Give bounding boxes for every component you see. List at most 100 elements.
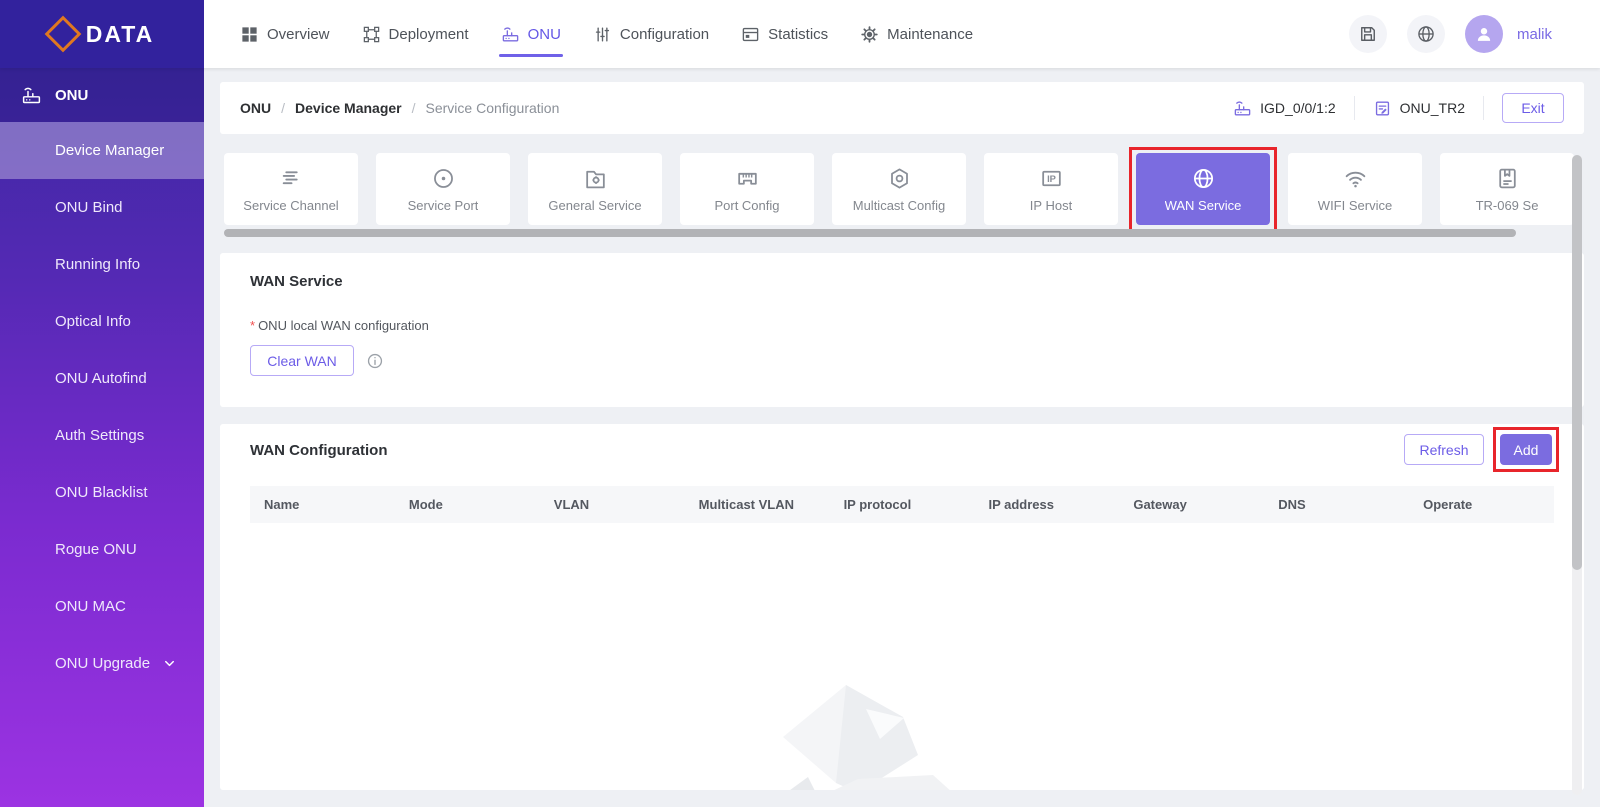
sidebar-item-label: Device Manager <box>55 142 164 159</box>
tab-wan-service[interactable]: WAN Service <box>1136 153 1270 225</box>
clear-wan-button[interactable]: Clear WAN <box>250 345 354 376</box>
tab-service-channel[interactable]: Service Channel <box>224 153 358 225</box>
column-header-vlan: VLAN <box>540 497 685 512</box>
service-tabs-row: Service Channel Service Port General Ser… <box>224 153 1574 225</box>
sidebar-item-onu-bind[interactable]: ONU Bind <box>0 179 204 236</box>
column-header-gateway: Gateway <box>1119 497 1264 512</box>
sidebar-item-label: ONU Bind <box>55 199 123 216</box>
breadcrumb-item-onu[interactable]: ONU <box>240 100 271 116</box>
svg-text:IP: IP <box>1047 174 1056 184</box>
tab-general-service[interactable]: General Service <box>528 153 662 225</box>
column-header-mode: Mode <box>395 497 540 512</box>
tab-label: WIFI Service <box>1318 198 1392 213</box>
nav-label: Configuration <box>620 26 709 43</box>
nav-label: Maintenance <box>887 26 973 43</box>
exit-button[interactable]: Exit <box>1502 93 1564 123</box>
nav-item-overview[interactable]: Overview <box>240 0 330 68</box>
sidebar-item-auth-settings[interactable]: Auth Settings <box>0 407 204 464</box>
required-mark: * <box>250 318 255 333</box>
wan-service-panel: WAN Service *ONU local WAN configuration… <box>220 253 1584 407</box>
breadcrumb-separator: / <box>412 100 416 116</box>
breadcrumb-bar: ONU / Device Manager / Service Configura… <box>220 82 1584 134</box>
device-port-group: IGD_0/0/1:2 <box>1233 99 1336 118</box>
tab-multicast-config[interactable]: Multicast Config <box>832 153 966 225</box>
sidebar-item-onu-blacklist[interactable]: ONU Blacklist <box>0 464 204 521</box>
add-button[interactable]: Add <box>1500 434 1552 465</box>
breadcrumb-separator: / <box>281 100 285 116</box>
sidebar-item-label: Running Info <box>55 256 140 273</box>
vertical-scrollbar-thumb[interactable] <box>1572 155 1582 570</box>
nav-item-configuration[interactable]: Configuration <box>593 0 709 68</box>
tab-tr069-service[interactable]: TR-069 Se <box>1440 153 1574 225</box>
sidebar-item-label: ONU Blacklist <box>55 484 148 501</box>
nav-label: Statistics <box>768 26 828 43</box>
annotation-box-wan-service <box>1129 147 1277 236</box>
tab-label: Multicast Config <box>853 198 945 213</box>
wan-configuration-title: WAN Configuration <box>250 442 387 459</box>
nav-item-statistics[interactable]: Statistics <box>741 0 828 68</box>
sidebar-item-onu-mac[interactable]: ONU MAC <box>0 578 204 635</box>
nav-item-onu[interactable]: ONU <box>501 0 561 68</box>
brand-logo-text: DATA <box>86 21 154 48</box>
column-header-ip-protocol: IP protocol <box>830 497 975 512</box>
overview-grid-icon <box>240 25 259 44</box>
nav-item-deployment[interactable]: Deployment <box>362 0 469 68</box>
onu-router-icon <box>501 25 520 44</box>
sidebar-item-optical-info[interactable]: Optical Info <box>0 293 204 350</box>
sidebar-item-device-manager[interactable]: Device Manager <box>0 122 204 179</box>
globe-icon <box>1416 24 1436 44</box>
tab-label: WAN Service <box>1165 198 1242 213</box>
sidebar-header-onu[interactable]: ONU <box>0 68 204 122</box>
brand-diamond-icon <box>44 16 81 53</box>
tab-label: General Service <box>548 198 641 213</box>
user-avatar[interactable] <box>1465 15 1503 53</box>
column-header-ip-address: IP address <box>974 497 1119 512</box>
nav-item-maintenance[interactable]: Maintenance <box>860 0 973 68</box>
port-config-icon <box>735 166 760 191</box>
tr069-book-icon <box>1495 166 1520 191</box>
sidebar-item-label: Rogue ONU <box>55 541 137 558</box>
chevron-down-icon <box>162 656 177 671</box>
nav-label: Overview <box>267 26 330 43</box>
refresh-button[interactable]: Refresh <box>1404 434 1484 465</box>
user-icon <box>1473 23 1495 45</box>
language-globe-button[interactable] <box>1407 15 1445 53</box>
device-onu-name: ONU_TR2 <box>1400 100 1465 116</box>
wan-globe-icon <box>1191 166 1216 191</box>
sidebar-item-label: Auth Settings <box>55 427 144 444</box>
empty-state-box-illustration <box>728 675 1028 790</box>
save-icon <box>1358 24 1378 44</box>
nav-label: Deployment <box>389 26 469 43</box>
horizontal-scrollbar[interactable] <box>224 229 1516 237</box>
sidebar-item-onu-autofind[interactable]: ONU Autofind <box>0 350 204 407</box>
tab-ip-host[interactable]: IP IP Host <box>984 153 1118 225</box>
wan-config-field-label: *ONU local WAN configuration <box>250 318 1584 333</box>
service-port-icon <box>431 166 456 191</box>
username-label[interactable]: malik <box>1517 26 1552 43</box>
vertical-scrollbar-track[interactable] <box>1572 155 1582 795</box>
wifi-icon <box>1343 166 1368 191</box>
brand-logo: DATA <box>0 0 204 68</box>
column-header-dns: DNS <box>1264 497 1409 512</box>
column-header-operate: Operate <box>1409 497 1554 512</box>
gear-icon <box>860 25 879 44</box>
tab-label: Service Port <box>408 198 479 213</box>
wan-service-title: WAN Service <box>250 273 1584 290</box>
sidebar-item-label: Optical Info <box>55 313 131 330</box>
tab-service-port[interactable]: Service Port <box>376 153 510 225</box>
sidebar-item-running-info[interactable]: Running Info <box>0 236 204 293</box>
sidebar-item-onu-upgrade[interactable]: ONU Upgrade <box>0 635 204 692</box>
top-bar: DATA Overview Deployment ONU Configurati… <box>0 0 1600 68</box>
multicast-config-icon <box>887 166 912 191</box>
sidebar-item-rogue-onu[interactable]: Rogue ONU <box>0 521 204 578</box>
top-bar-actions: malik <box>1349 0 1600 68</box>
save-button[interactable] <box>1349 15 1387 53</box>
breadcrumb-item-device-manager[interactable]: Device Manager <box>295 100 402 116</box>
info-icon <box>366 352 384 370</box>
onu-router-icon <box>21 85 42 106</box>
tab-wifi-service[interactable]: WIFI Service <box>1288 153 1422 225</box>
tab-port-config[interactable]: Port Config <box>680 153 814 225</box>
wan-table-empty-body <box>250 523 1554 790</box>
ip-host-icon: IP <box>1039 166 1064 191</box>
breadcrumb: ONU / Device Manager / Service Configura… <box>240 100 559 116</box>
